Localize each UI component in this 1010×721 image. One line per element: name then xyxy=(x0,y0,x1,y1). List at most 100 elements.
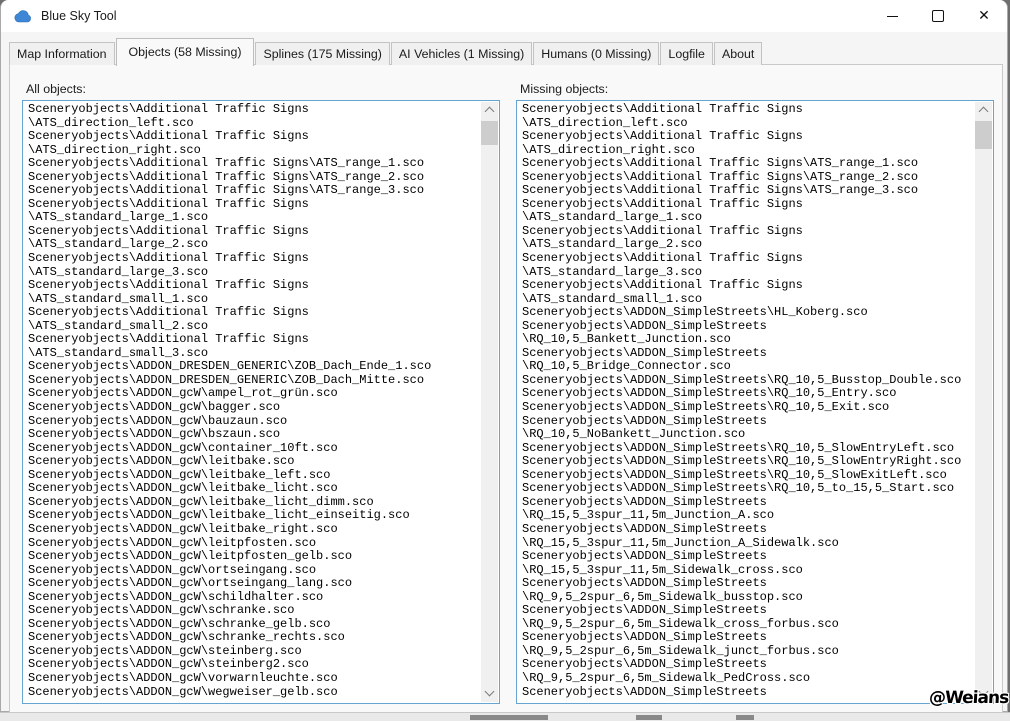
scroll-up-button[interactable] xyxy=(481,102,498,119)
list-line[interactable]: Sceneryobjects\ADDON_SimpleStreets xyxy=(522,550,974,564)
list-line[interactable]: Sceneryobjects\ADDON_SimpleStreets xyxy=(522,523,974,537)
list-line[interactable]: Sceneryobjects\Additional Traffic Signs xyxy=(28,333,480,347)
scrollbar-thumb[interactable] xyxy=(481,121,498,145)
list-line[interactable]: Sceneryobjects\ADDON_gcW\leitpfosten.sco xyxy=(28,537,480,551)
scroll-down-button[interactable] xyxy=(481,685,498,702)
list-line[interactable]: Sceneryobjects\Additional Traffic Signs xyxy=(28,279,480,293)
list-line[interactable]: \ATS_standard_small_1.sco xyxy=(28,293,480,307)
list-line[interactable]: Sceneryobjects\Additional Traffic Signs xyxy=(522,252,974,266)
maximize-button[interactable] xyxy=(915,0,961,32)
list-line[interactable]: Sceneryobjects\ADDON_gcW\container_10ft.… xyxy=(28,442,480,456)
list-line[interactable]: Sceneryobjects\ADDON_DRESDEN_GENERIC\ZOB… xyxy=(28,360,480,374)
list-line[interactable]: \ATS_standard_large_2.sco xyxy=(522,238,974,252)
list-line[interactable]: Sceneryobjects\Additional Traffic Signs xyxy=(522,103,974,117)
list-line[interactable]: Sceneryobjects\Additional Traffic Signs xyxy=(522,225,974,239)
list-line[interactable]: \ATS_standard_small_3.sco xyxy=(28,347,480,361)
list-line[interactable]: \RQ_10,5_NoBankett_Junction.sco xyxy=(522,428,974,442)
tab[interactable]: About xyxy=(714,42,762,65)
list-line[interactable]: Sceneryobjects\ADDON_gcW\ortseingang.sco xyxy=(28,564,480,578)
missing-objects-listbox[interactable]: Sceneryobjects\Additional Traffic Signs\… xyxy=(516,100,994,704)
list-line[interactable]: Sceneryobjects\ADDON_gcW\schranke_rechts… xyxy=(28,631,480,645)
list-line[interactable]: Sceneryobjects\ADDON_SimpleStreets xyxy=(522,686,974,700)
tab[interactable]: Objects (58 Missing) xyxy=(116,38,255,66)
list-line[interactable]: Sceneryobjects\ADDON_gcW\steinberg.sco xyxy=(28,645,480,659)
list-line[interactable]: Sceneryobjects\ADDON_SimpleStreets xyxy=(522,577,974,591)
list-line[interactable]: Sceneryobjects\Additional Traffic Signs\… xyxy=(28,171,480,185)
list-line[interactable]: Sceneryobjects\ADDON_gcW\schildhalter.sc… xyxy=(28,591,480,605)
list-line[interactable]: Sceneryobjects\Additional Traffic Signs xyxy=(28,252,480,266)
list-line[interactable]: \ATS_standard_large_2.sco xyxy=(28,238,480,252)
list-line[interactable]: Sceneryobjects\ADDON_SimpleStreets xyxy=(522,658,974,672)
list-line[interactable]: Sceneryobjects\ADDON_gcW\ampel_rot_grün.… xyxy=(28,387,480,401)
list-line[interactable]: Sceneryobjects\ADDON_SimpleStreets xyxy=(522,320,974,334)
list-line[interactable]: \RQ_10,5_Bridge_Connector.sco xyxy=(522,360,974,374)
list-line[interactable]: Sceneryobjects\ADDON_SimpleStreets\RQ_10… xyxy=(522,401,974,415)
list-line[interactable]: Sceneryobjects\ADDON_SimpleStreets xyxy=(522,604,974,618)
list-line[interactable]: Sceneryobjects\ADDON_SimpleStreets\RQ_10… xyxy=(522,374,974,388)
list-line[interactable]: \ATS_direction_left.sco xyxy=(28,117,480,131)
tab[interactable]: AI Vehicles (1 Missing) xyxy=(391,42,532,65)
list-line[interactable]: \ATS_standard_large_1.sco xyxy=(28,211,480,225)
list-line[interactable]: \ATS_standard_large_3.sco xyxy=(522,266,974,280)
list-line[interactable]: Sceneryobjects\Additional Traffic Signs xyxy=(522,198,974,212)
list-line[interactable]: Sceneryobjects\ADDON_gcW\steinberg2.sco xyxy=(28,658,480,672)
list-line[interactable]: Sceneryobjects\ADDON_gcW\bagger.sco xyxy=(28,401,480,415)
list-line[interactable]: \ATS_direction_right.sco xyxy=(522,144,974,158)
minimize-button[interactable] xyxy=(869,0,915,32)
list-line[interactable]: Sceneryobjects\ADDON_gcW\leitbake.sco xyxy=(28,455,480,469)
tab[interactable]: Humans (0 Missing) xyxy=(533,42,659,65)
list-line[interactable]: Sceneryobjects\ADDON_gcW\schranke.sco xyxy=(28,604,480,618)
list-line[interactable]: Sceneryobjects\ADDON_gcW\leitbake_right.… xyxy=(28,523,480,537)
list-line[interactable]: Sceneryobjects\Additional Traffic Signs\… xyxy=(28,184,480,198)
list-line[interactable]: Sceneryobjects\ADDON_SimpleStreets xyxy=(522,631,974,645)
list-line[interactable]: \RQ_15,5_3spur_11,5m_Sidewalk_cross.sco xyxy=(522,564,974,578)
list-line[interactable]: Sceneryobjects\ADDON_gcW\ortseingang_lan… xyxy=(28,577,480,591)
tab[interactable]: Map Information xyxy=(9,42,115,65)
list-line[interactable]: \RQ_9,5_2spur_6,5m_Sidewalk_junct_forbus… xyxy=(522,645,974,659)
list-line[interactable]: Sceneryobjects\Additional Traffic Signs\… xyxy=(522,157,974,171)
list-line[interactable]: \ATS_standard_large_3.sco xyxy=(28,266,480,280)
list-line[interactable]: \RQ_9,5_2spur_6,5m_Sidewalk_cross_forbus… xyxy=(522,618,974,632)
list-line[interactable]: \RQ_10,5_Bankett_Junction.sco xyxy=(522,333,974,347)
all-objects-listbox[interactable]: Sceneryobjects\Additional Traffic Signs\… xyxy=(22,100,500,704)
list-line[interactable]: Sceneryobjects\ADDON_SimpleStreets xyxy=(522,347,974,361)
tab[interactable]: Splines (175 Missing) xyxy=(255,42,389,65)
list-line[interactable]: Sceneryobjects\ADDON_SimpleStreets\RQ_10… xyxy=(522,482,974,496)
title-bar[interactable]: Blue Sky Tool ✕ xyxy=(1,0,1007,32)
list-line[interactable]: Sceneryobjects\ADDON_gcW\bszaun.sco xyxy=(28,428,480,442)
all-objects-scrollbar[interactable] xyxy=(481,102,498,702)
list-line[interactable]: \RQ_15,5_3spur_11,5m_Junction_A.sco xyxy=(522,509,974,523)
list-line[interactable]: Sceneryobjects\ADDON_SimpleStreets\RQ_10… xyxy=(522,469,974,483)
list-line[interactable]: \ATS_standard_large_1.sco xyxy=(522,211,974,225)
list-line[interactable]: Sceneryobjects\Additional Traffic Signs xyxy=(522,279,974,293)
list-line[interactable]: \RQ_9,5_2spur_6,5m_Sidewalk_busstop.sco xyxy=(522,591,974,605)
list-line[interactable]: \ATS_direction_left.sco xyxy=(522,117,974,131)
list-line[interactable]: Sceneryobjects\Additional Traffic Signs xyxy=(28,130,480,144)
list-line[interactable]: Sceneryobjects\ADDON_SimpleStreets\RQ_10… xyxy=(522,442,974,456)
missing-objects-scrollbar[interactable] xyxy=(975,102,992,702)
list-line[interactable]: Sceneryobjects\Additional Traffic Signs xyxy=(28,198,480,212)
list-line[interactable]: Sceneryobjects\Additional Traffic Signs xyxy=(28,225,480,239)
list-line[interactable]: Sceneryobjects\ADDON_gcW\leitbake_left.s… xyxy=(28,469,480,483)
list-line[interactable]: \ATS_standard_small_2.sco xyxy=(28,320,480,334)
list-line[interactable]: Sceneryobjects\Additional Traffic Signs\… xyxy=(28,157,480,171)
list-line[interactable]: Sceneryobjects\ADDON_gcW\vorwarnleuchte.… xyxy=(28,672,480,686)
list-line[interactable]: \ATS_standard_small_1.sco xyxy=(522,293,974,307)
list-line[interactable]: Sceneryobjects\Additional Traffic Signs xyxy=(28,103,480,117)
list-line[interactable]: \RQ_15,5_3spur_11,5m_Junction_A_Sidewalk… xyxy=(522,537,974,551)
list-line[interactable]: Sceneryobjects\Additional Traffic Signs xyxy=(28,306,480,320)
list-line[interactable]: Sceneryobjects\ADDON_gcW\leitbake_licht_… xyxy=(28,509,480,523)
list-line[interactable]: Sceneryobjects\ADDON_gcW\wegweiser_gelb.… xyxy=(28,686,480,700)
list-line[interactable]: Sceneryobjects\Additional Traffic Signs\… xyxy=(522,184,974,198)
list-line[interactable]: Sceneryobjects\ADDON_DRESDEN_GENERIC\ZOB… xyxy=(28,374,480,388)
list-line[interactable]: Sceneryobjects\ADDON_gcW\schranke_gelb.s… xyxy=(28,618,480,632)
scrollbar-thumb[interactable] xyxy=(975,121,992,149)
close-button[interactable]: ✕ xyxy=(961,0,1007,32)
list-line[interactable]: Sceneryobjects\ADDON_gcW\bauzaun.sco xyxy=(28,415,480,429)
list-line[interactable]: Sceneryobjects\ADDON_SimpleStreets xyxy=(522,415,974,429)
list-line[interactable]: Sceneryobjects\ADDON_gcW\leitpfosten_gel… xyxy=(28,550,480,564)
list-line[interactable]: \RQ_9,5_2spur_6,5m_Sidewalk_PedCross.sco xyxy=(522,672,974,686)
list-line[interactable]: Sceneryobjects\Additional Traffic Signs\… xyxy=(522,171,974,185)
list-line[interactable]: Sceneryobjects\ADDON_gcW\leitbake_licht_… xyxy=(28,496,480,510)
list-line[interactable]: Sceneryobjects\ADDON_gcW\leitbake_licht.… xyxy=(28,482,480,496)
